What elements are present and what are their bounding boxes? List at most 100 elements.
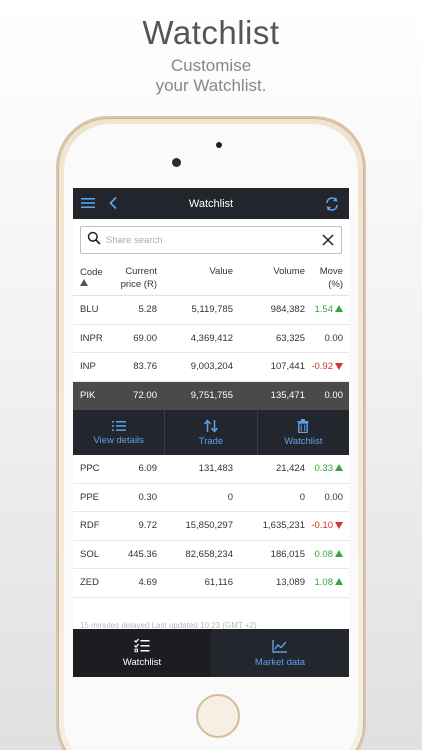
search-box	[80, 226, 342, 254]
home-button[interactable]	[196, 694, 240, 738]
cell-volume: 186,015	[270, 548, 305, 560]
cell-volume: 107,441	[270, 361, 305, 373]
cell-move-value: 0.08	[314, 548, 334, 560]
cell-move: 0.00	[324, 390, 344, 402]
cell-volume: 0	[299, 491, 305, 503]
cell-move: 0.00	[305, 491, 344, 503]
cell-price: 445.36	[127, 548, 157, 560]
line-chart-icon	[272, 639, 287, 653]
watchlist-remove-button[interactable]: Watchlist	[258, 410, 349, 455]
cell-move-value: -0.92	[311, 361, 333, 373]
cell-move: -0.92	[305, 361, 343, 372]
cell-code: PPC	[80, 463, 100, 475]
cell-volume: 1,635,231	[262, 520, 305, 532]
column-header-price-line-2: price (R)	[120, 278, 157, 290]
table-row-selected[interactable]: PIK 72.00 9,751,755 135,471 0.00	[73, 381, 349, 410]
cell-volume: 21,424	[275, 463, 305, 475]
column-header-code[interactable]: Code	[73, 267, 111, 289]
cell-price: 72.00	[133, 390, 157, 402]
promo-subline: Customise your Watchlist.	[0, 56, 422, 96]
cell-move: 1.08	[305, 577, 343, 588]
triangle-up-icon	[335, 464, 343, 472]
cell-value: 9,751,755	[190, 390, 233, 402]
cell-price: 0.30	[138, 491, 158, 503]
refresh-icon[interactable]	[323, 195, 341, 213]
table-row[interactable]: INPR 69.00 4,369,412 63,325 0.00	[73, 325, 349, 353]
cell-value: 9,003,204	[190, 361, 233, 373]
cell-code: PIK	[80, 390, 96, 402]
triangle-up-icon	[335, 305, 343, 313]
cell-price: 4.69	[138, 577, 158, 589]
table-row[interactable]: PPE 0.30 0 0 0.00	[73, 484, 349, 512]
table-row[interactable]: PPC 6.09 131,483 21,424 0.33	[73, 455, 349, 484]
column-header-move-line-1: Move	[319, 265, 343, 277]
view-details-label: View details	[93, 434, 144, 446]
cell-move: 0.08	[305, 549, 343, 560]
arrows-up-down-icon	[203, 418, 219, 433]
sort-asc-icon	[80, 278, 88, 286]
cell-value: 61,116	[204, 577, 233, 589]
checklist-icon	[134, 638, 150, 653]
nav-watchlist[interactable]: Watchlist	[73, 629, 211, 677]
cell-code: BLU	[80, 304, 99, 316]
table-row[interactable]: ZED 4.69 61,116 13,089 1.08	[73, 569, 349, 598]
column-header-value[interactable]: Value	[157, 266, 233, 277]
cell-price: 69.00	[133, 332, 157, 344]
triangle-up-icon	[335, 549, 343, 557]
cell-volume: 13,089	[275, 577, 305, 589]
column-header-move-line-2: (%)	[328, 278, 343, 290]
nav-market-data[interactable]: Market data	[211, 629, 349, 677]
column-header-code-label: Code	[80, 266, 103, 278]
cell-move: 1.54	[305, 304, 343, 315]
trash-icon	[297, 418, 309, 433]
cell-value: 131,483	[198, 463, 233, 475]
cell-move: 0.33	[305, 463, 343, 474]
nav-market-data-label: Market data	[254, 656, 306, 668]
cell-price: 83.76	[133, 361, 157, 373]
promo-headline: Watchlist	[142, 14, 280, 51]
column-header-volume[interactable]: Volume	[233, 266, 305, 277]
search-icon	[87, 231, 101, 250]
cell-volume: 984,382	[270, 304, 305, 316]
cell-price: 5.28	[138, 304, 158, 316]
earpiece	[216, 142, 222, 148]
bottom-nav: Watchlist Market data	[73, 629, 349, 677]
close-icon[interactable]	[321, 233, 335, 252]
promo-subline-line-1: Customise	[170, 56, 252, 75]
cell-code: SOL	[80, 548, 100, 560]
cell-price: 9.72	[138, 520, 158, 532]
cell-volume: 63,325	[275, 332, 305, 344]
app-screen: Watchlist Code Current price (R) Value V…	[73, 188, 349, 677]
cell-move-value: 0.00	[324, 491, 344, 503]
cell-move-value: 1.54	[314, 304, 334, 316]
watchlist-action-label: Watchlist	[284, 435, 323, 447]
cell-value: 4,369,412	[190, 332, 233, 344]
search-input[interactable]	[106, 234, 306, 246]
triangle-down-icon	[335, 363, 343, 371]
table-header: Code Current price (R) Value Volume Move…	[73, 260, 349, 296]
cell-move-value: 1.08	[314, 577, 334, 589]
app-bar: Watchlist	[73, 188, 349, 219]
table-row[interactable]: RDF 9.72 15,850,297 1,635,231 -0.10	[73, 512, 349, 541]
list-icon	[111, 420, 126, 431]
table-body-top: BLU 5.28 5,119,785 984,382 1.54 INPR 69.00 4,36…	[73, 296, 349, 382]
table-row[interactable]: INP 83.76 9,003,204 107,441 -0.92	[73, 353, 349, 382]
cell-move-value: -0.10	[311, 520, 333, 532]
cell-move-value: 0.00	[324, 332, 344, 344]
cell-move-value: 0.33	[314, 463, 334, 475]
cell-value: 15,850,297	[185, 520, 233, 532]
table-row[interactable]: BLU 5.28 5,119,785 984,382 1.54	[73, 296, 349, 325]
cell-code: ZED	[80, 577, 99, 589]
cell-code: INPR	[80, 332, 103, 344]
cell-move: -0.10	[305, 520, 343, 531]
search-container	[73, 219, 349, 260]
column-header-price[interactable]: Current price (R)	[111, 265, 157, 291]
table-row[interactable]: SOL 445.36 82,658,234 186,015 0.08	[73, 541, 349, 569]
view-details-button[interactable]: View details	[73, 410, 166, 455]
cell-price: 6.09	[138, 463, 158, 475]
column-header-move[interactable]: Move (%)	[305, 265, 343, 291]
table-body-bottom: PPC 6.09 131,483 21,424 0.33 PPE 0.30 0 0 0.00 RDF…	[73, 455, 349, 598]
cell-volume: 135,471	[270, 390, 305, 402]
trade-button[interactable]: Trade	[165, 410, 258, 455]
cell-code: PPE	[80, 491, 100, 503]
